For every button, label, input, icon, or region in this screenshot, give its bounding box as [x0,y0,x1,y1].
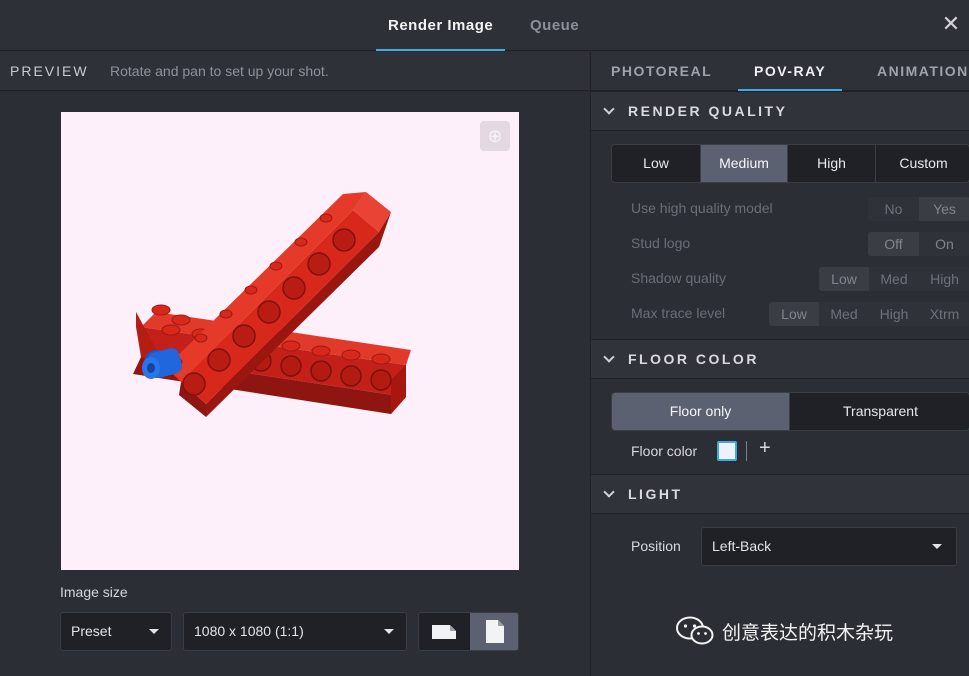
preview-canvas[interactable]: ⊕ [61,112,519,570]
orientation-toggle [418,612,519,651]
floor-only-option[interactable]: Floor only [612,393,790,430]
divider [746,441,747,461]
render-quality-title: RENDER QUALITY [628,103,788,119]
top-bar: Render Image Queue ✕ [0,0,969,51]
hq-model-yes[interactable]: Yes [919,197,969,221]
render-quality-header[interactable]: RENDER QUALITY [591,91,969,131]
chevron-down-icon [384,629,394,634]
floor-color-swatch[interactable] [717,441,737,461]
position-label: Position [631,538,681,554]
quality-high[interactable]: High [788,145,876,182]
shadow-quality-label: Shadow quality [631,270,726,286]
chevron-down-icon [149,629,159,634]
light-position-dropdown[interactable]: Left-Back [701,527,957,566]
chevron-down-icon [603,351,615,363]
chevron-down-icon [603,103,615,115]
landscape-page-icon [432,625,456,639]
floor-mode-selector: Floor only Transparent [611,392,969,431]
tab-photoreal[interactable]: PHOTOREAL [611,52,712,91]
hq-model-label: Use high quality model [631,200,773,216]
add-color-icon[interactable]: + [759,437,771,460]
tab-queue[interactable]: Queue [530,0,579,51]
stud-logo-toggle: Off On [868,232,969,256]
trace-med[interactable]: Med [819,302,869,326]
shadow-quality-toggle: Low Med High [819,267,969,291]
shadow-med[interactable]: Med [869,267,919,291]
shadow-high[interactable]: High [919,267,969,291]
max-trace-label: Max trace level [631,305,726,321]
chevron-down-icon [932,544,942,549]
trace-low[interactable]: Low [769,302,819,326]
chevron-down-icon [603,486,615,498]
preview-hint: Rotate and pan to set up your shot. [110,63,329,79]
stud-logo-off[interactable]: Off [868,232,919,256]
light-title: LIGHT [628,486,683,502]
tab-animation[interactable]: ANIMATION [877,52,969,91]
shadow-low[interactable]: Low [819,267,869,291]
max-trace-toggle: Low Med High Xtrm [769,302,969,326]
portrait-page-icon [486,620,504,643]
stud-logo-on[interactable]: On [919,232,969,256]
settings-pane: PHOTOREAL POV-RAY ANIMATION RENDER QUALI… [590,52,969,676]
hq-model-toggle: No Yes [868,197,969,221]
render-quality-selector: Low Medium High Custom [611,144,969,183]
quality-medium[interactable]: Medium [701,145,788,182]
landscape-button[interactable] [419,613,469,650]
portrait-button[interactable] [470,613,518,650]
lego-model-render [133,192,411,417]
tab-render-image[interactable]: Render Image [375,0,506,51]
tab-pov-ray[interactable]: POV-RAY [737,52,843,91]
preview-title: PREVIEW [10,63,89,79]
floor-color-label: Floor color [631,443,698,459]
preset-value: Preset [71,623,112,639]
floor-color-header[interactable]: FLOOR COLOR [591,339,969,379]
transparent-option[interactable]: Transparent [790,393,969,430]
preset-dropdown[interactable]: Preset [60,612,172,651]
watermark-text: 创意表达的积木杂玩 [722,621,894,644]
light-position-value: Left-Back [712,538,772,554]
preview-header: PREVIEW Rotate and pan to set up your sh… [0,52,589,91]
floor-color-title: FLOOR COLOR [628,351,759,367]
hq-model-no[interactable]: No [868,197,919,221]
light-header[interactable]: LIGHT [591,474,969,514]
camera-target-icon[interactable]: ⊕ [480,121,510,151]
settings-tabs: PHOTOREAL POV-RAY ANIMATION [591,52,969,91]
image-size-label: Image size [60,584,128,600]
wechat-icon [676,616,714,645]
quality-low[interactable]: Low [612,145,701,182]
quality-custom[interactable]: Custom [876,145,969,182]
stud-logo-label: Stud logo [631,235,691,251]
resolution-value: 1080 x 1080 (1:1) [194,623,304,639]
watermark: 创意表达的积木杂玩 [676,616,893,646]
trace-xtrm[interactable]: Xtrm [919,302,969,326]
close-icon[interactable]: ✕ [939,12,963,36]
trace-high[interactable]: High [869,302,919,326]
preview-pane: PREVIEW Rotate and pan to set up your sh… [0,52,589,676]
resolution-dropdown[interactable]: 1080 x 1080 (1:1) [183,612,407,651]
